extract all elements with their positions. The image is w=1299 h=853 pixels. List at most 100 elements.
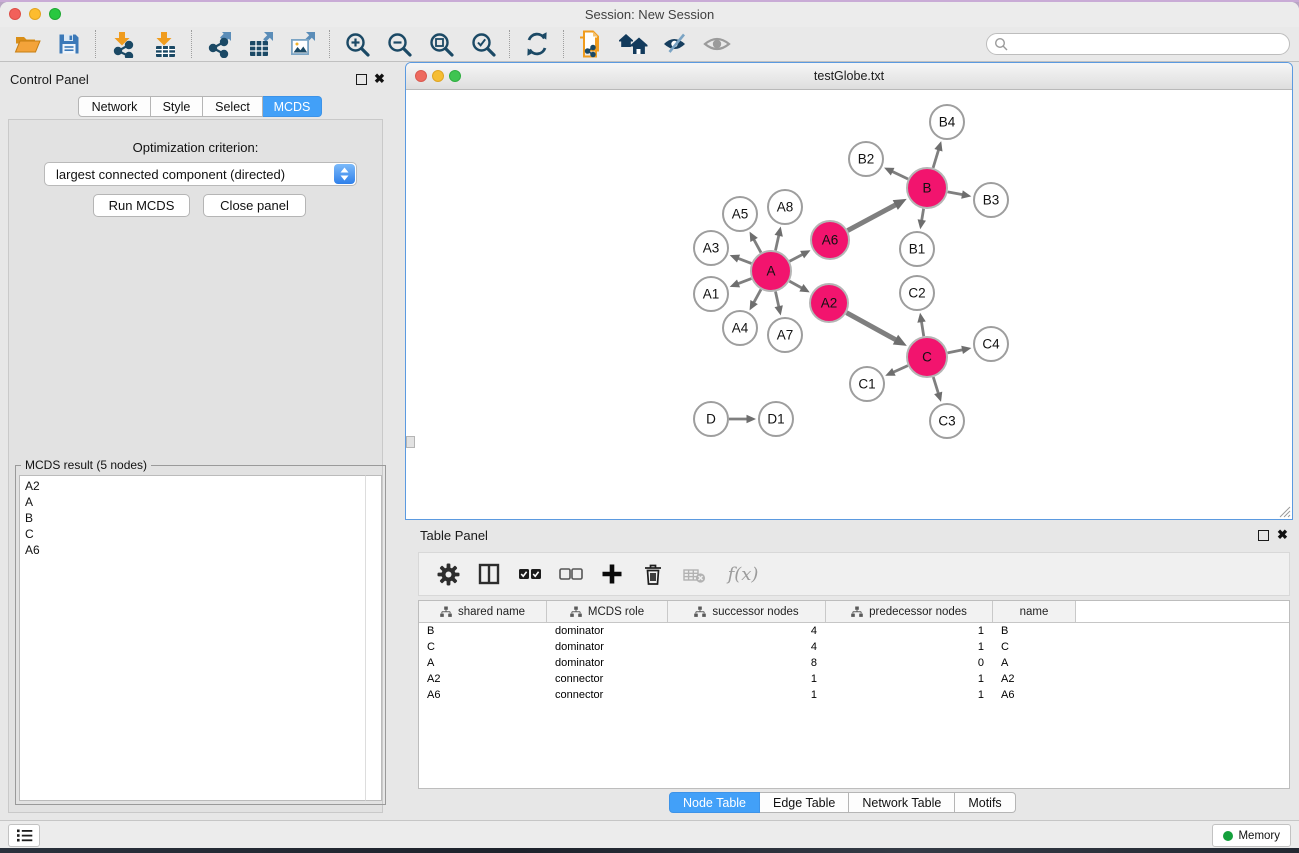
delete-table-button[interactable]: [682, 561, 706, 587]
edge-arrow-icon: [961, 190, 971, 198]
column-header-shared-name[interactable]: shared name: [419, 601, 547, 622]
criterion-dropdown[interactable]: largest connected component (directed): [44, 162, 357, 186]
mcds-result-item[interactable]: A6: [20, 542, 365, 558]
edge-C-C4[interactable]: [948, 349, 964, 352]
mcds-result-item[interactable]: B: [20, 510, 365, 526]
open-session-button[interactable]: [6, 28, 48, 60]
show-eye-button[interactable]: [696, 28, 738, 60]
select-all-icon: [518, 567, 542, 581]
table-row[interactable]: A6connector11A6: [419, 687, 1289, 703]
table-row[interactable]: A2connector11A2: [419, 671, 1289, 687]
table-close-panel-icon[interactable]: ✖: [1277, 529, 1288, 541]
mcds-result-item[interactable]: A: [20, 494, 365, 510]
run-mcds-button[interactable]: Run MCDS: [93, 194, 190, 217]
table-cell: 1: [826, 689, 993, 701]
export-image-button[interactable]: [282, 28, 324, 60]
show-columns-button[interactable]: [477, 561, 501, 587]
zoom-selected-button[interactable]: [462, 28, 504, 60]
edge-C-C1[interactable]: [892, 366, 908, 373]
add-column-button[interactable]: [600, 561, 624, 587]
column-header-name[interactable]: name: [993, 601, 1076, 622]
zoom-fit-button[interactable]: [420, 28, 462, 60]
network-maximize-traffic-light[interactable]: [449, 70, 461, 82]
save-session-button[interactable]: [48, 28, 90, 60]
zoom-selected-icon: [470, 31, 497, 58]
mcds-result-item[interactable]: C: [20, 526, 365, 542]
tab-network-table[interactable]: Network Table: [849, 792, 955, 813]
table-cell: 1: [826, 641, 993, 653]
edge-A-A4[interactable]: [753, 289, 761, 303]
table-settings-button[interactable]: [436, 561, 460, 587]
table-cell: B: [419, 625, 547, 637]
resize-grip-icon[interactable]: [1278, 505, 1291, 518]
tab-edge-table[interactable]: Edge Table: [760, 792, 849, 813]
task-history-button[interactable]: [8, 824, 40, 847]
function-builder-button[interactable]: f(x): [723, 561, 763, 587]
eye-icon: [702, 32, 732, 56]
edge-C-C2[interactable]: [921, 320, 924, 336]
edge-A-A3[interactable]: [737, 258, 752, 264]
import-network-icon: [110, 31, 137, 58]
edge-B-B3[interactable]: [948, 192, 964, 195]
edge-B-B4[interactable]: [933, 148, 939, 168]
edge-A-A2[interactable]: [789, 281, 803, 289]
memory-button[interactable]: Memory: [1212, 824, 1291, 847]
column-label: MCDS role: [588, 606, 644, 618]
edge-A2-C[interactable]: [847, 313, 898, 341]
edge-A-A1[interactable]: [737, 279, 752, 285]
tab-motifs[interactable]: Motifs: [955, 792, 1015, 813]
float-panel-icon[interactable]: [356, 74, 367, 85]
table-tabs: Node TableEdge TableNetwork TableMotifs: [669, 792, 1016, 813]
tab-style[interactable]: Style: [151, 96, 203, 117]
edge-arrow-icon: [775, 305, 783, 315]
edge-A-A5[interactable]: [753, 238, 761, 252]
edge-A-A8[interactable]: [775, 234, 779, 251]
import-table-button[interactable]: [144, 28, 186, 60]
edge-arrow-icon: [730, 279, 740, 287]
edge-B-B2[interactable]: [891, 171, 908, 179]
refresh-layout-button[interactable]: [516, 28, 558, 60]
export-network-button[interactable]: [198, 28, 240, 60]
column-label: predecessor nodes: [869, 606, 967, 618]
select-all-button[interactable]: [518, 561, 542, 587]
column-header-predecessor-nodes[interactable]: predecessor nodes: [826, 601, 993, 622]
network-close-traffic-light[interactable]: [415, 70, 427, 82]
edge-A-A6[interactable]: [790, 254, 804, 262]
table-cell: A2: [993, 673, 1076, 685]
unselect-all-button[interactable]: [559, 561, 583, 587]
delete-button[interactable]: [641, 561, 665, 587]
close-panel-button[interactable]: Close panel: [203, 194, 306, 217]
export-table-button[interactable]: [240, 28, 282, 60]
hide-annotations-button[interactable]: [654, 28, 696, 60]
ndex-import-button[interactable]: [570, 28, 612, 60]
edge-A-A7[interactable]: [775, 292, 779, 309]
edge-A6-B[interactable]: [848, 204, 897, 230]
zoom-out-button[interactable]: [378, 28, 420, 60]
close-panel-icon[interactable]: ✖: [374, 73, 385, 85]
table-cell: dominator: [547, 657, 668, 669]
tab-select[interactable]: Select: [203, 96, 263, 117]
table-float-panel-icon[interactable]: [1258, 530, 1269, 541]
zoom-in-button[interactable]: [336, 28, 378, 60]
table-row[interactable]: Cdominator41C: [419, 639, 1289, 655]
column-header-successor-nodes[interactable]: successor nodes: [668, 601, 826, 622]
network-canvas[interactable]: B4B2BB3A8A5A6B1A3AC2A1A2A4A7C4CC1C3DD1: [406, 90, 1292, 519]
toolbar-separator: [191, 30, 193, 58]
mcds-result-item[interactable]: A2: [20, 478, 365, 494]
column-label: shared name: [458, 606, 525, 618]
column-header-mcds-role[interactable]: MCDS role: [547, 601, 668, 622]
tab-network[interactable]: Network: [78, 96, 151, 117]
tab-node-table[interactable]: Node Table: [669, 792, 760, 813]
edge-C-C3[interactable]: [933, 377, 939, 395]
network-minimize-traffic-light[interactable]: [432, 70, 444, 82]
tree-icon: [694, 606, 706, 618]
import-network-button[interactable]: [102, 28, 144, 60]
home-button[interactable]: [612, 28, 654, 60]
canvas-left-grip[interactable]: [406, 436, 415, 448]
table-row[interactable]: Adominator80A: [419, 655, 1289, 671]
table-cell: 4: [668, 641, 826, 653]
table-row[interactable]: Bdominator41B: [419, 623, 1289, 639]
mcds-result-scrollbar[interactable]: [365, 475, 382, 801]
search-input[interactable]: [1009, 35, 1289, 53]
tab-mcds[interactable]: MCDS: [263, 96, 322, 117]
